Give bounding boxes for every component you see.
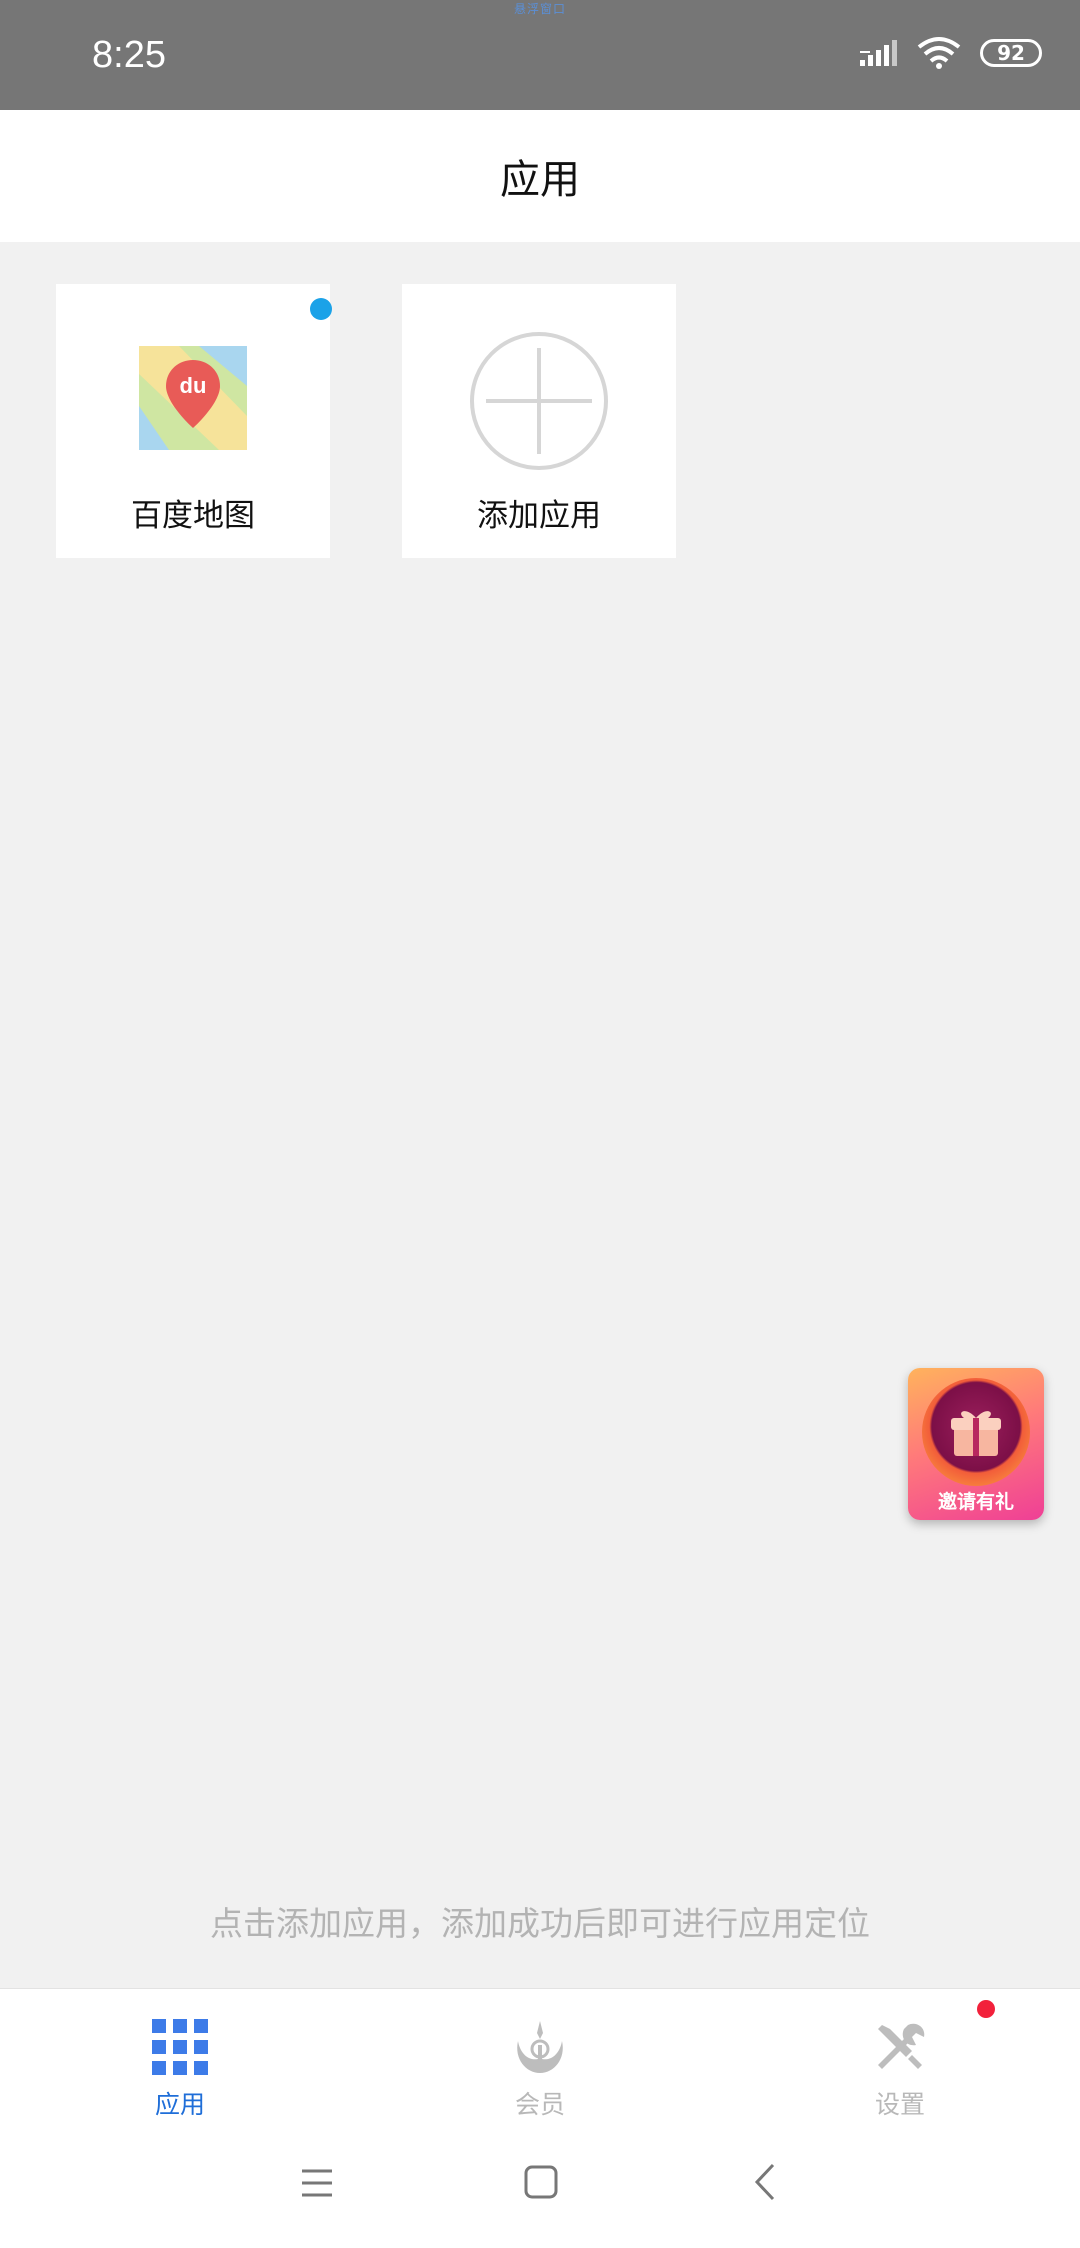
app-label: 百度地图	[131, 498, 255, 534]
svg-text:du: du	[180, 373, 207, 398]
status-icons: 92	[858, 36, 1042, 70]
menu-icon[interactable]	[300, 2167, 334, 2199]
tab-settings[interactable]: 设置	[800, 1989, 1000, 2121]
new-badge-dot	[310, 298, 332, 320]
add-circle-icon	[470, 332, 608, 470]
battery-indicator: 92	[980, 39, 1042, 67]
add-app-tile[interactable]: 添加应用	[402, 284, 676, 558]
tab-membership[interactable]: 会员	[440, 1989, 640, 2121]
status-time: 8:25	[92, 34, 166, 76]
invite-reward-button[interactable]: 邀请有礼	[908, 1368, 1044, 1520]
tab-label: 设置	[874, 2090, 925, 2119]
grid-icon	[152, 2019, 208, 2075]
system-nav-bar	[0, 2121, 1080, 2248]
gift-icon	[951, 1411, 1001, 1456]
app-screen: 悬浮窗口 8:25 92 应用 du 百度地图 添加应用 邀请有礼 点击添加应用…	[0, 0, 1080, 2248]
tab-apps[interactable]: 应用	[80, 1989, 280, 2121]
baidu-map-icon: du	[139, 346, 247, 450]
tab-label: 应用	[154, 2090, 205, 2119]
app-tile-baidu-map[interactable]: du 百度地图	[56, 284, 332, 558]
tools-icon	[878, 2023, 925, 2069]
signal-icon	[860, 40, 897, 66]
wifi-icon	[917, 37, 961, 69]
hint-text: 点击添加应用，添加成功后即可进行应用定位	[210, 1904, 870, 1943]
rebel-emblem-icon	[517, 2021, 563, 2073]
app-label: 添加应用	[477, 498, 601, 534]
home-icon[interactable]	[524, 2165, 558, 2199]
invite-badge-circle	[922, 1378, 1030, 1486]
invite-label: 邀请有礼	[937, 1491, 1014, 1513]
page-title: 应用	[500, 157, 580, 203]
tab-label: 会员	[514, 2090, 565, 2119]
bottom-tab-bar: 应用 会员 设置	[0, 1988, 1080, 2121]
page-header: 应用	[0, 110, 1080, 242]
floating-window-hint: 悬浮窗口	[514, 2, 567, 16]
back-icon[interactable]	[754, 2163, 776, 2201]
status-bar: 悬浮窗口 8:25 92	[0, 0, 1080, 110]
settings-badge-dot	[977, 2000, 995, 2018]
